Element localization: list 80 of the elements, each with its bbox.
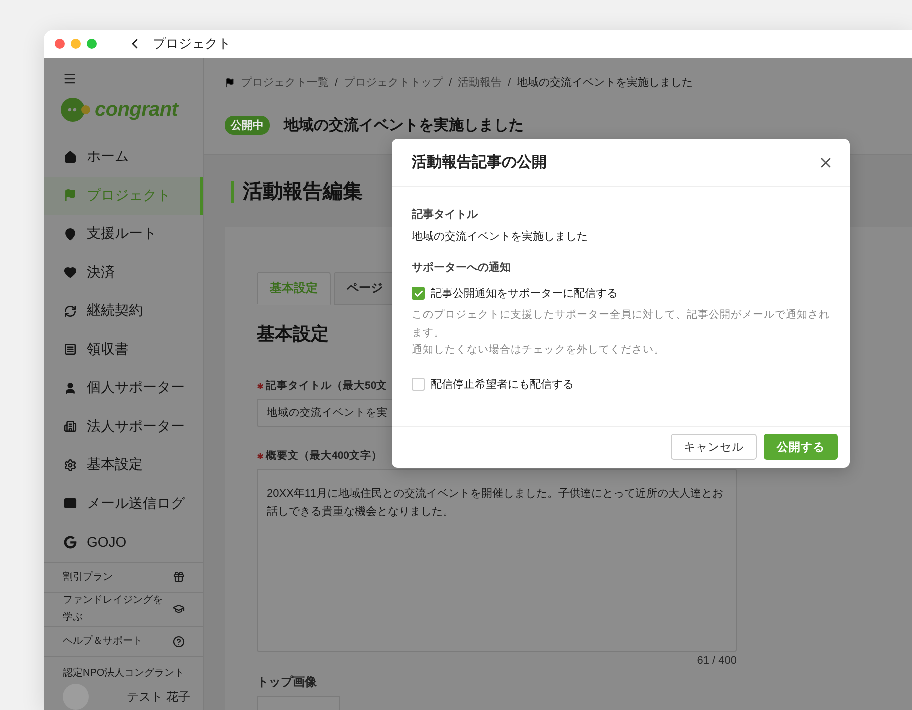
settings-icon — [64, 458, 77, 472]
menu-button[interactable] — [63, 72, 77, 86]
sidebar-item-label: 領収書 — [87, 340, 129, 359]
article-title: 地域の交流イベントを実施しました — [412, 230, 589, 244]
sidebar-item[interactable]: 個人サポーター — [44, 369, 203, 408]
help-text: 通知したくない場合はチェックを外してください。 — [412, 343, 666, 358]
summary-textarea[interactable]: 20XX年11月に地域住民との交流イベントを開催しました。子供達にとって近所の大人達とお話しできる貴重な機会となりました。 — [257, 469, 737, 652]
article-title-label: 記事タイトル — [412, 208, 479, 222]
logo-text: congrant — [95, 98, 178, 122]
person-icon — [64, 382, 77, 395]
sidebar-item[interactable]: 領収書 — [44, 330, 203, 369]
help-icon — [173, 636, 185, 648]
field-label: 概要文（最大400文字） — [266, 449, 383, 463]
breadcrumb-link[interactable]: プロジェクト一覧 — [241, 75, 329, 90]
sidebar-link[interactable]: ファンドレイジングを学ぶ — [44, 592, 203, 626]
breadcrumb-separator: / — [449, 76, 452, 88]
home-icon — [64, 150, 77, 164]
status-badge: 公開中 — [225, 116, 270, 135]
sidebar-item-label: プロジェクト — [87, 186, 171, 205]
sidebar-item[interactable]: 継続契約 — [44, 292, 203, 330]
sidebar-item-label: 基本設定 — [87, 456, 143, 474]
sidebar-item-label: GOJO — [87, 534, 127, 550]
window-title: プロジェクト — [153, 35, 231, 53]
help-text: このプロジェクトに支援したサポーター全員に対して、記事公開がメールで通知されます。 — [412, 308, 830, 340]
g-letter-icon — [64, 536, 77, 549]
close-window-icon[interactable] — [55, 39, 65, 49]
sidebar-item-label: ホーム — [87, 148, 129, 166]
gift-icon — [173, 571, 185, 583]
checkbox[interactable] — [412, 287, 425, 300]
sidebar-item-label: 個人サポーター — [87, 379, 185, 398]
sidebar-link[interactable]: ヘルプ＆サポート — [44, 626, 203, 656]
logo-mark-icon — [61, 97, 91, 123]
field-label: 記事タイトル（最大50文 — [266, 379, 388, 393]
flag-icon — [225, 78, 235, 88]
sidebar-item-label: 法人サポーター — [87, 418, 185, 436]
sidebar-item-label: 継続契約 — [87, 302, 143, 320]
map-pin-icon — [64, 228, 77, 241]
sidebar-item[interactable]: メール送信ログ — [44, 484, 203, 523]
section-title: 基本設定 — [257, 323, 329, 346]
user-name: テスト 花子 — [127, 688, 190, 706]
sidebar-link-label: ファンドレイジングを学ぶ — [63, 594, 164, 626]
graduation-cap-icon — [173, 603, 185, 616]
list-icon — [64, 343, 77, 356]
refresh-icon — [64, 304, 77, 318]
sidebar-item-label: メール送信ログ — [87, 494, 185, 513]
cancel-button[interactable]: キャンセル — [671, 434, 757, 460]
sidebar-item[interactable]: 決済 — [44, 254, 203, 292]
notification-label: サポーターへの通知 — [412, 260, 512, 275]
heart-icon — [64, 266, 77, 280]
sidebar-item[interactable]: 基本設定 — [44, 446, 203, 484]
menu-icon — [63, 72, 77, 86]
sidebar-item[interactable]: GOJO — [44, 523, 203, 562]
dialog-title: 活動報告記事の公開 — [412, 153, 547, 172]
checkbox-label: 記事公開通知をサポーターに配信する — [431, 286, 618, 301]
check-icon — [414, 288, 424, 298]
zoom-window-icon[interactable] — [87, 39, 97, 49]
sidebar-item-label: 支援ルート — [87, 225, 157, 244]
breadcrumb-link[interactable]: 活動報告 — [458, 75, 502, 90]
breadcrumb-separator: / — [335, 76, 338, 88]
project-title: 地域の交流イベントを実施しました — [284, 116, 524, 135]
minimize-window-icon[interactable] — [71, 39, 81, 49]
character-counter: 61 / 400 — [696, 655, 737, 667]
field-label: トップ画像 — [257, 674, 318, 691]
publish-button[interactable]: 公開する — [764, 434, 838, 460]
breadcrumb-link[interactable]: プロジェクトトップ — [344, 75, 444, 90]
sidebar-item[interactable]: 支援ルート — [44, 215, 203, 254]
organization-name: 認定NPO法人コングラント — [63, 666, 186, 680]
page-title: 活動報告編集 — [231, 181, 363, 203]
sidebar-item[interactable]: 法人サポーター — [44, 408, 203, 446]
checkbox[interactable] — [412, 378, 425, 390]
sidebar-link-label: ヘルプ＆サポート — [63, 634, 143, 649]
breadcrumb-link[interactable]: 地域の交流イベントを実施しました — [517, 75, 694, 90]
sidebar-link-label: 割引プラン — [63, 570, 113, 584]
building-icon — [64, 420, 77, 434]
sidebar-item-label: 決済 — [87, 264, 115, 282]
flag-icon — [64, 189, 77, 202]
checkbox-label: 配信停止希望者にも配信する — [431, 378, 574, 392]
sidebar-link[interactable]: 割引プラン — [44, 562, 203, 592]
sidebar-item[interactable]: ホーム — [44, 138, 203, 176]
breadcrumb-separator: / — [508, 76, 512, 88]
